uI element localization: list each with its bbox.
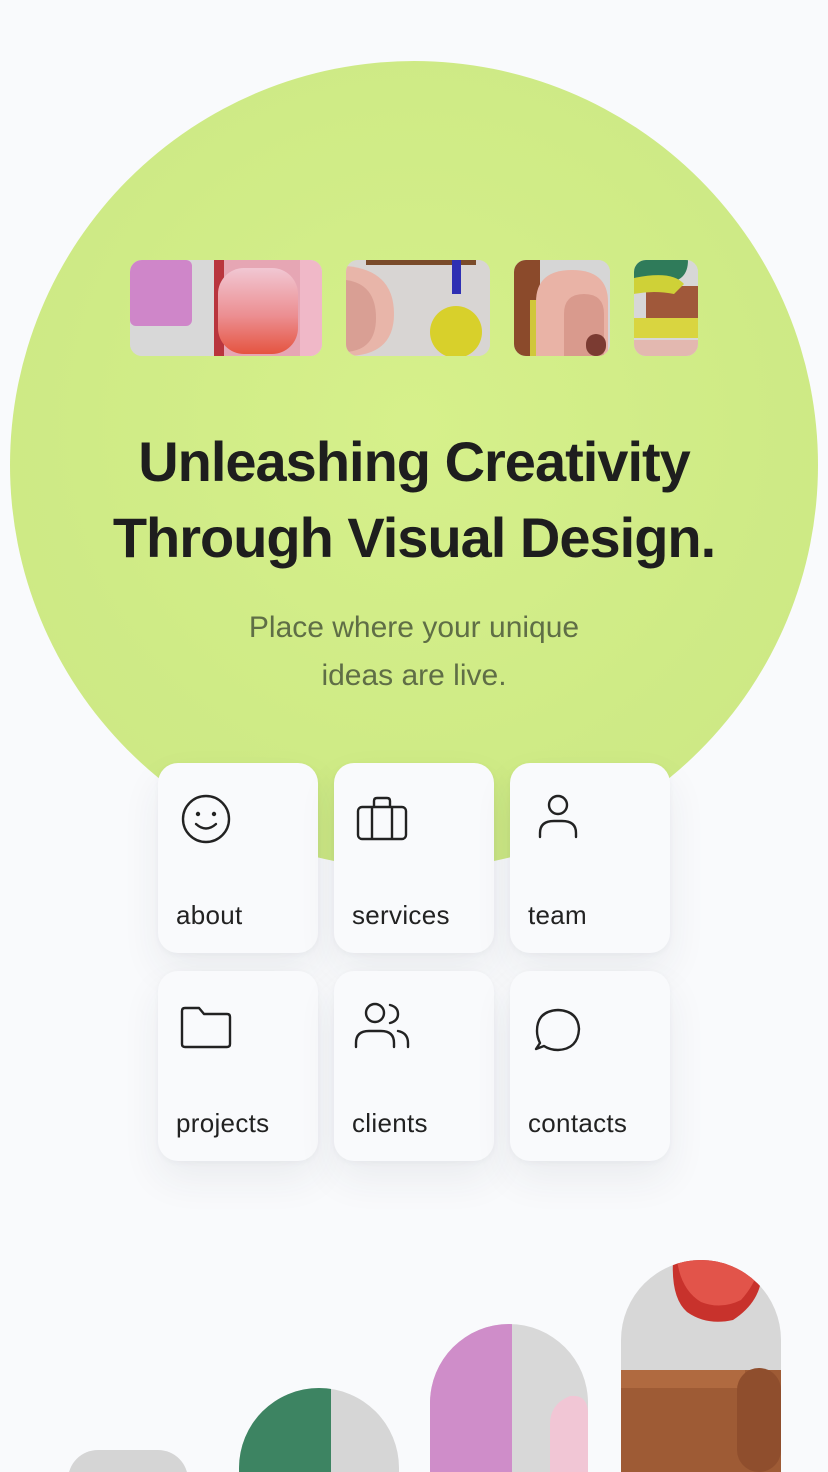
tile-clients-label: clients [352,1108,428,1138]
thumb-arch-yellow-disc [346,260,490,356]
thumb-brown-arch [514,260,610,356]
smiley-icon [181,794,231,844]
tile-team-label: team [528,900,588,930]
tile-projects-label: projects [176,1108,270,1138]
hero-subtitle: Place where your unique ideas are live. [0,604,828,700]
tile-services-label: services [352,900,450,930]
folder-icon [180,1006,232,1049]
tile-team[interactable]: team [510,763,670,953]
tile-projects[interactable]: projects [158,971,318,1161]
tile-about-label: about [176,900,243,930]
tile-clients[interactable]: clients [334,971,494,1161]
tile-about[interactable]: about [158,763,318,953]
hero-headline-line-1: Unleashing Creativity [138,430,691,493]
hero-headline-line-2: Through Visual Design. [112,506,716,569]
tile-services[interactable]: services [334,763,494,953]
pill-brown [621,1260,781,1472]
briefcase-icon [356,796,408,841]
tile-contacts-label: contacts [528,1108,628,1138]
pill-gray [68,1450,188,1472]
users-icon [354,1002,410,1049]
chat-bubble-icon [534,1008,581,1052]
tile-contacts[interactable]: contacts [510,971,670,1161]
pill-pink [430,1324,588,1472]
pill-green [239,1388,399,1472]
thumb-pink-blocks [130,260,322,356]
user-icon [538,794,578,839]
hero-subtitle-line-2: ideas are live. [321,659,507,692]
hero-subtitle-line-1: Place where your unique [248,611,580,644]
hero-headline: Unleashing Creativity Through Visual Des… [0,424,828,576]
thumb-green-leaf [634,260,698,356]
